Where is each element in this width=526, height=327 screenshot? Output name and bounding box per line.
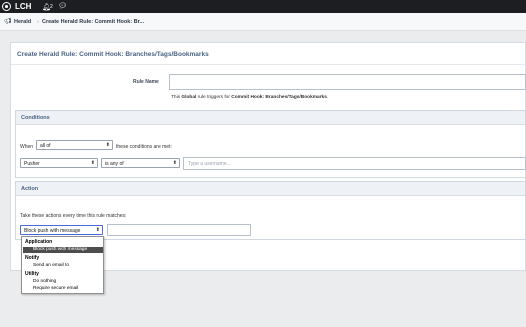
action-header: Action <box>16 182 525 196</box>
action-type-value: Block push with message <box>24 228 81 234</box>
action-type-select[interactable]: Block push with message ⬍ <box>20 225 103 235</box>
rule-name-input[interactable] <box>169 74 526 90</box>
chat-icon[interactable]: 💬︎ <box>58 2 67 10</box>
chevron-updown-icon: ⬍ <box>172 160 177 166</box>
condition-field-value: Pusher <box>24 161 40 167</box>
rule-desc-mid: rule triggers for <box>196 95 232 100</box>
dropdown-option-block-push[interactable]: Block push with message <box>23 247 103 253</box>
conditions-header: Conditions <box>16 111 525 125</box>
breadcrumb-separator: › <box>37 19 39 25</box>
username-token-input[interactable]: Type a username... <box>183 157 526 170</box>
breadcrumb: 📢︎ Herald › Create Herald Rule: Commit H… <box>0 13 526 31</box>
rule-desc-end: . <box>326 95 329 100</box>
dropdown-option-send-email[interactable]: Send an email to <box>23 263 103 269</box>
condition-match-value: all of <box>40 143 51 149</box>
rule-description: This Global rule triggers for Commit Hoo… <box>171 95 328 100</box>
page-title: Create Herald Rule: Commit Hook: Branche… <box>17 51 209 58</box>
title-divider <box>11 64 526 65</box>
when-suffix: these conditions are met: <box>116 144 172 150</box>
dropdown-group-utility: Utility <box>25 271 39 277</box>
chevron-updown-icon: ⬍ <box>90 160 95 166</box>
condition-operator-value: is any of <box>105 161 124 167</box>
rule-desc-scope: Global <box>181 95 197 100</box>
top-bar: LCH 🔔︎ 2 💬︎ <box>0 0 526 13</box>
when-label: When <box>20 144 34 150</box>
breadcrumb-herald[interactable]: Herald <box>14 19 31 25</box>
condition-field-select[interactable]: Pusher ⬍ <box>20 158 98 168</box>
chevron-updown-icon: ⬍ <box>95 227 100 233</box>
rule-desc-type: Commit Hook: Branches/Tags/Bookmarks <box>231 95 327 100</box>
action-message-input[interactable] <box>107 224 251 236</box>
megaphone-icon: 📢︎ <box>4 19 12 25</box>
rule-name-label: Rule Name <box>133 79 159 85</box>
condition-match-select[interactable]: all of ⬍ <box>36 140 113 150</box>
notification-count: 2 <box>50 4 53 10</box>
action-type-dropdown: Application Block push with message Noti… <box>21 236 104 294</box>
condition-operator-select[interactable]: is any of ⬍ <box>101 158 180 168</box>
rule-desc-prefix: This <box>171 95 182 100</box>
dropdown-group-application: Application <box>25 239 53 245</box>
dropdown-option-require-secure-email[interactable]: Require secure email <box>23 286 103 292</box>
dropdown-group-notify: Notify <box>25 255 40 261</box>
dropdown-option-do-nothing[interactable]: Do nothing <box>23 279 103 285</box>
action-instructions: Take these actions every time this rule … <box>20 213 127 219</box>
breadcrumb-current: Create Herald Rule: Commit Hook: Br... <box>42 19 145 25</box>
eye-logo-icon[interactable] <box>2 2 11 11</box>
chevron-updown-icon: ⬍ <box>105 142 110 148</box>
brand-name[interactable]: LCH <box>15 2 31 11</box>
